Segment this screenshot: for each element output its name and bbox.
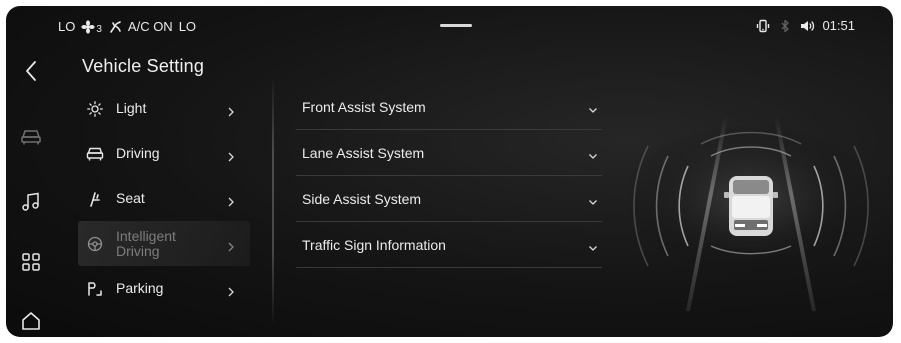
light-icon bbox=[86, 100, 104, 118]
apps-grid-icon bbox=[22, 253, 40, 271]
assist-item-label: Front Assist System bbox=[302, 98, 426, 115]
assist-item-lane[interactable]: Lane Assist System bbox=[296, 130, 602, 176]
chevron-down-icon bbox=[588, 240, 598, 251]
bluetooth-icon[interactable] bbox=[778, 19, 792, 33]
assist-item-label: Lane Assist System bbox=[302, 144, 425, 161]
chevron-right-icon bbox=[226, 149, 236, 161]
phone-link-icon[interactable] bbox=[756, 19, 770, 33]
menu-item-light[interactable]: Light bbox=[78, 86, 250, 131]
assist-item-side[interactable]: Side Assist System bbox=[296, 176, 602, 222]
drag-handle[interactable] bbox=[440, 24, 472, 27]
steering-wheel-icon bbox=[86, 235, 104, 253]
menu-item-seat[interactable]: Seat bbox=[78, 176, 250, 221]
system-status: 01:51 bbox=[756, 18, 855, 33]
menu-item-intelligent-driving[interactable]: Intelligent Driving bbox=[78, 221, 250, 266]
chevron-down-icon bbox=[588, 148, 598, 159]
home-icon bbox=[22, 312, 40, 330]
back-arrow-icon bbox=[26, 61, 36, 81]
parking-icon bbox=[86, 280, 104, 298]
ac-status: A/C ON bbox=[127, 19, 173, 34]
fan-icon bbox=[81, 19, 95, 34]
left-rail bbox=[6, 42, 56, 337]
climate-status[interactable]: LO 3 A/C ON LO bbox=[58, 18, 196, 35]
assist-item-label: Side Assist System bbox=[302, 190, 422, 207]
infotainment-screen: LO 3 A/C ON LO 01:51 Vehicle Setting Lig… bbox=[6, 6, 893, 337]
home-button[interactable] bbox=[18, 308, 44, 334]
assist-item-traffic-sign[interactable]: Traffic Sign Information bbox=[296, 222, 602, 268]
chevron-right-icon bbox=[226, 284, 236, 296]
panel-divider bbox=[272, 76, 274, 326]
menu-item-parking[interactable]: Parking bbox=[78, 266, 250, 311]
clock: 01:51 bbox=[822, 18, 855, 33]
menu-item-driving[interactable]: Driving bbox=[78, 131, 250, 176]
menu-item-label: Parking bbox=[116, 280, 164, 296]
chevron-right-icon bbox=[226, 194, 236, 206]
chevron-right-icon bbox=[226, 104, 236, 116]
apps-button[interactable] bbox=[18, 249, 44, 275]
assist-item-front[interactable]: Front Assist System bbox=[296, 84, 602, 130]
car-icon bbox=[21, 130, 41, 145]
menu-item-label: Light bbox=[116, 100, 147, 116]
seat-icon bbox=[86, 190, 104, 208]
left-temp: LO bbox=[58, 19, 76, 34]
volume-icon[interactable] bbox=[800, 19, 815, 33]
chevron-down-icon bbox=[588, 194, 598, 205]
fan-level: 3 bbox=[96, 24, 102, 35]
settings-menu: Light Driving Seat Intelligent Driving P… bbox=[78, 86, 250, 311]
chevron-down-icon bbox=[588, 102, 598, 113]
menu-item-label: Intelligent Driving bbox=[116, 227, 176, 259]
car-button[interactable] bbox=[18, 124, 44, 150]
car-illustration bbox=[724, 176, 778, 236]
back-button[interactable] bbox=[18, 58, 44, 84]
music-icon bbox=[22, 192, 39, 211]
status-bar: LO 3 A/C ON LO 01:51 bbox=[6, 6, 893, 42]
right-temp: LO bbox=[178, 19, 197, 34]
vehicle-sensor-illustration bbox=[621, 115, 881, 312]
assist-item-label: Traffic Sign Information bbox=[302, 236, 446, 253]
menu-item-label: Seat bbox=[116, 190, 145, 206]
page-title: Vehicle Setting bbox=[82, 56, 205, 76]
music-button[interactable] bbox=[18, 189, 44, 215]
assist-list: Front Assist System Lane Assist System S… bbox=[296, 84, 602, 268]
vehicle-sensor-visual bbox=[616, 96, 886, 316]
car-icon bbox=[86, 145, 104, 163]
ac-icon bbox=[108, 20, 122, 34]
chevron-right-icon bbox=[226, 239, 236, 251]
menu-item-label: Driving bbox=[116, 145, 160, 161]
